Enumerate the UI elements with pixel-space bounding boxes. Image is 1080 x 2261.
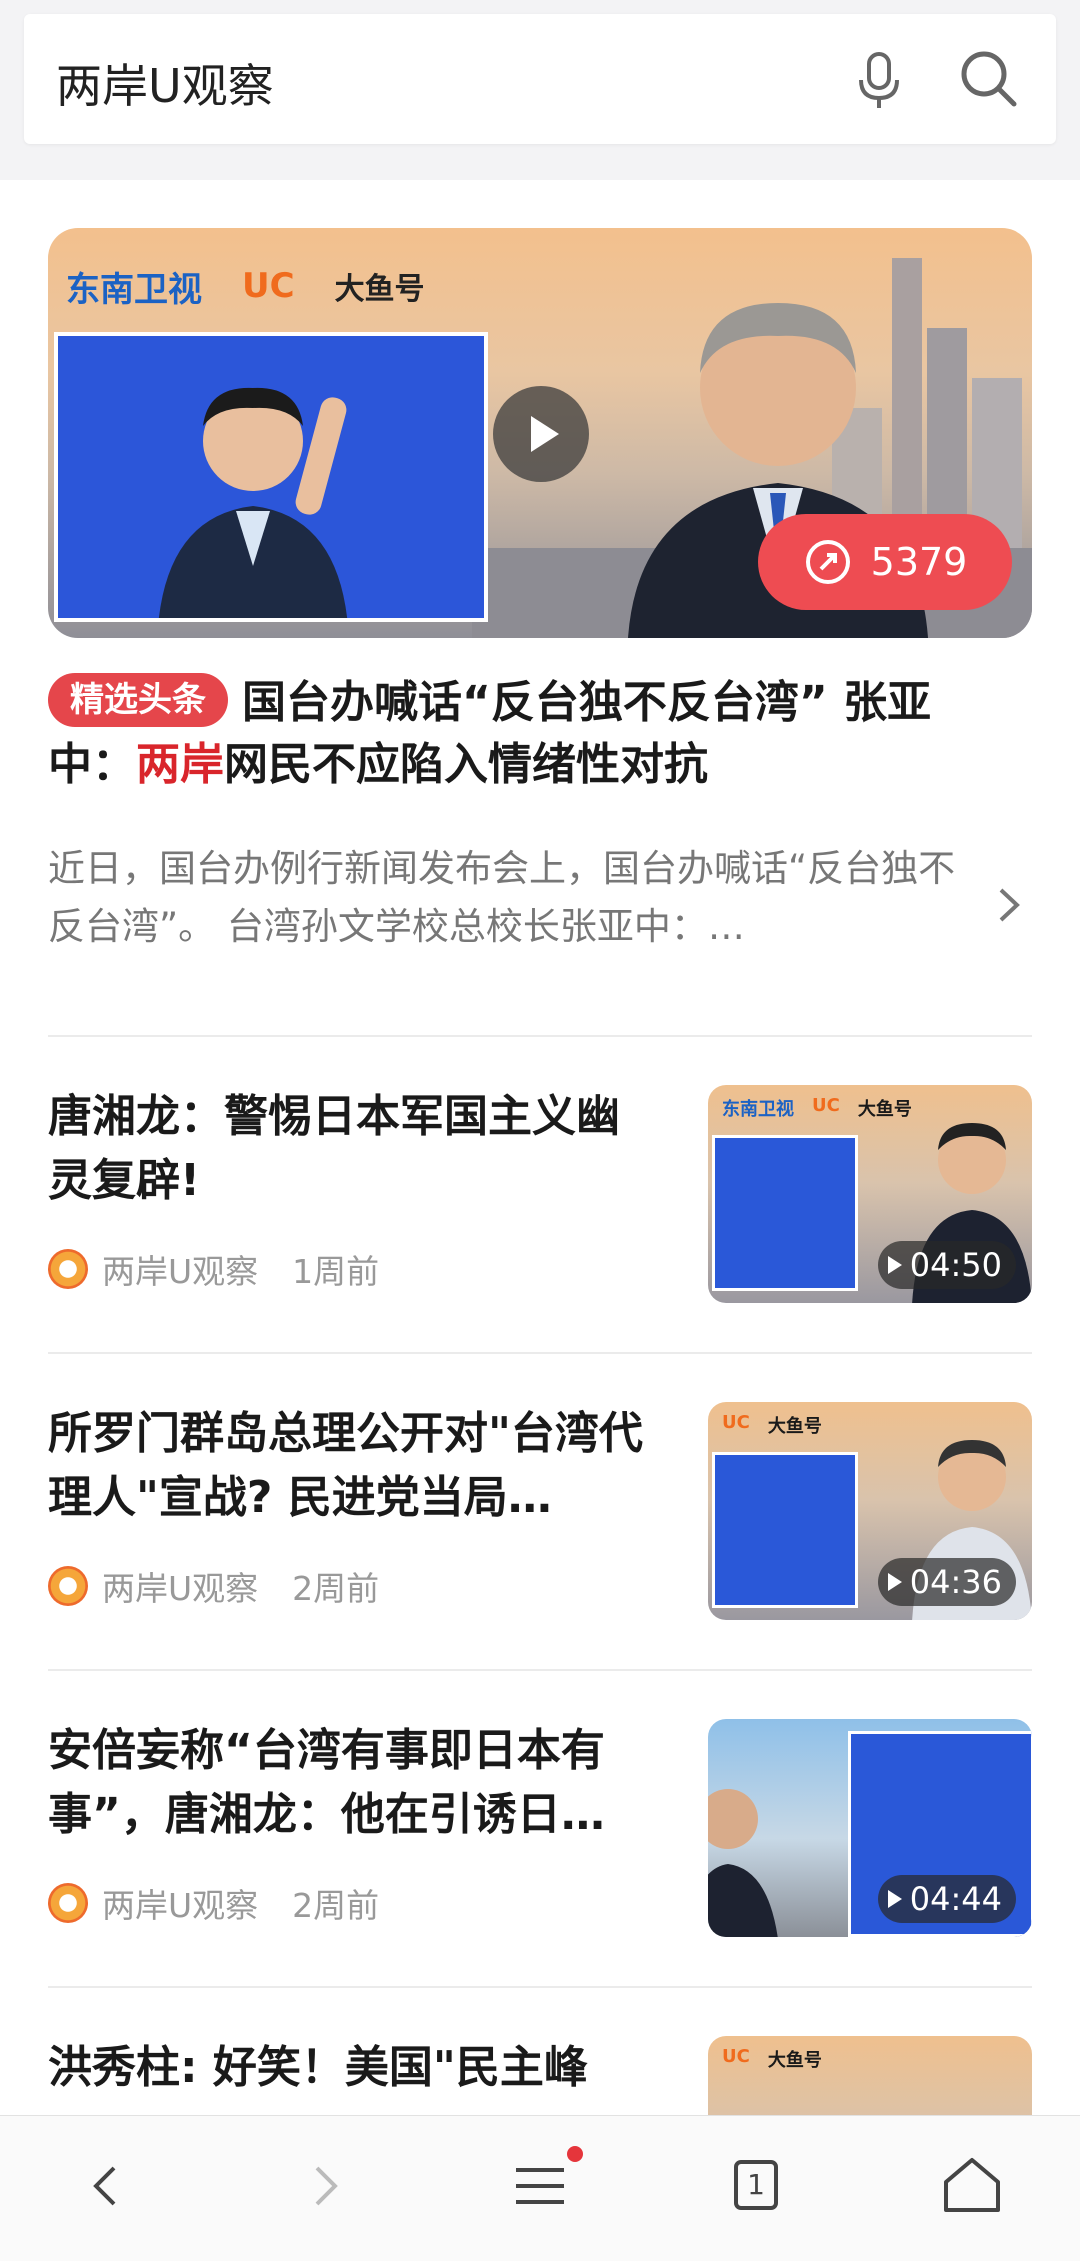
dongnan-tv-logo: 东南卫视 <box>722 1099 794 1120</box>
list-item[interactable]: 唐湘龙：警惕日本军国主义幽灵复辟! 两岸U观察 1周前 东南卫视 UC 大鱼号 … <box>0 1085 1080 1345</box>
search-header: 两岸U观察 <box>0 0 1080 180</box>
item-title[interactable]: 所罗门群岛总理公开对"台湾代理人"宣战? 民进党当局… <box>48 1402 658 1530</box>
thumbnail-logos: 东南卫视 UC 大鱼号 <box>722 1095 912 1121</box>
source-icon <box>48 1249 88 1289</box>
source-name[interactable]: 两岸U观察 <box>102 1245 258 1293</box>
search-icon[interactable] <box>954 44 1024 114</box>
featured-tag: 精选头条 <box>48 673 228 727</box>
item-meta: 两岸U观察 1周前 <box>48 1245 379 1293</box>
dayu-logo: 大鱼号 <box>334 272 425 307</box>
uc-logo: UC <box>812 1095 840 1116</box>
share-count: 5379 <box>870 540 968 584</box>
dayu-logo: 大鱼号 <box>767 2050 822 2071</box>
share-count-badge[interactable]: 5379 <box>758 514 1012 610</box>
tabs-button[interactable]: 1 <box>716 2146 796 2226</box>
headline-highlight: 两岸 <box>136 739 224 790</box>
thumbnail-inset-image <box>712 1135 858 1291</box>
dongnan-tv-logo: 东南卫视 <box>66 269 202 310</box>
hero-summary[interactable]: 近日，国台办例行新闻发布会上，国台办喊话“反台独不反台湾”。 台湾孙文学校总校长… <box>48 840 978 956</box>
chevron-right-icon[interactable] <box>995 880 1025 930</box>
source-icon <box>48 1566 88 1606</box>
hero-video-thumbnail[interactable]: 东南卫视 UC 大鱼号 5379 <box>48 228 1032 638</box>
list-item[interactable]: 所罗门群岛总理公开对"台湾代理人"宣战? 民进党当局… 两岸U观察 2周前 UC… <box>0 1402 1080 1662</box>
back-icon[interactable] <box>68 2146 148 2226</box>
dayu-logo: 大鱼号 <box>767 1416 822 1437</box>
video-thumbnail[interactable]: UC 大鱼号 04:36 <box>708 1402 1032 1620</box>
microphone-icon[interactable] <box>844 44 914 114</box>
broadcaster-logos: 东南卫视 UC 大鱼号 <box>66 256 425 316</box>
item-meta: 两岸U观察 2周前 <box>48 1562 379 1610</box>
notification-dot <box>567 2146 583 2162</box>
thumbnail-person <box>708 1789 778 1937</box>
uc-logo: UC <box>722 2046 750 2067</box>
list-item[interactable]: 安倍妄称“台湾有事即日本有事”，唐湘龙：他在引诱日… 两岸U观察 2周前 04:… <box>0 1719 1080 1979</box>
spokesperson-inset-image <box>54 332 488 622</box>
uc-logo: UC <box>722 1412 750 1433</box>
item-title[interactable]: 安倍妄称“台湾有事即日本有事”，唐湘龙：他在引诱日… <box>48 1719 658 1847</box>
thumbnail-inset-image <box>712 1452 858 1608</box>
divider <box>48 1986 1032 1988</box>
video-thumbnail[interactable]: UC 大鱼号 <box>708 2036 1032 2115</box>
video-thumbnail[interactable]: 东南卫视 UC 大鱼号 04:50 <box>708 1085 1032 1303</box>
spokesperson-figure <box>158 387 348 618</box>
thumbnail-logos: UC 大鱼号 <box>722 2046 822 2072</box>
share-icon <box>805 540 850 584</box>
publish-time: 2周前 <box>292 1886 380 1925</box>
uc-logo: UC <box>242 266 295 306</box>
bottom-navigation-bar: 1 <box>0 2115 1080 2261</box>
play-icon[interactable] <box>493 386 589 482</box>
source-name[interactable]: 两岸U观察 <box>102 1879 258 1927</box>
forward-icon[interactable] <box>283 2146 363 2226</box>
source-icon <box>48 1883 88 1923</box>
item-title[interactable]: 唐湘龙：警惕日本军国主义幽灵复辟! <box>48 1085 658 1213</box>
publish-time: 1周前 <box>292 1252 380 1291</box>
headline-text-2: 网民不应陷入情绪性对抗 <box>224 739 708 790</box>
tab-count: 1 <box>747 2168 765 2201</box>
thumbnail-logos: UC 大鱼号 <box>722 1412 822 1438</box>
hero-headline[interactable]: 精选头条 国台办喊话“反台独不反台湾” 张亚中：两岸网民不应陷入情绪性对抗 <box>48 672 1008 796</box>
video-duration: 04:50 <box>877 1241 1016 1289</box>
search-bar[interactable]: 两岸U观察 <box>24 14 1056 144</box>
source-name[interactable]: 两岸U观察 <box>102 1562 258 1610</box>
item-meta: 两岸U观察 2周前 <box>48 1879 379 1927</box>
list-item[interactable]: 洪秀柱: 好笑！美国"民主峰 UC 大鱼号 <box>0 2036 1080 2115</box>
publish-time: 2周前 <box>292 1569 380 1608</box>
divider <box>48 1352 1032 1354</box>
video-duration: 04:36 <box>877 1558 1016 1606</box>
news-feed: 东南卫视 UC 大鱼号 5379 精选头条 国台办喊话“反台独不反台湾” 张亚中… <box>0 180 1080 2115</box>
item-title[interactable]: 洪秀柱: 好笑！美国"民主峰 <box>48 2036 658 2100</box>
divider <box>48 1669 1032 1671</box>
video-thumbnail[interactable]: 04:44 <box>708 1719 1032 1937</box>
video-duration: 04:44 <box>877 1875 1016 1923</box>
search-query[interactable]: 两岸U观察 <box>56 50 274 116</box>
divider <box>48 1035 1032 1037</box>
home-icon[interactable] <box>932 2146 1012 2226</box>
